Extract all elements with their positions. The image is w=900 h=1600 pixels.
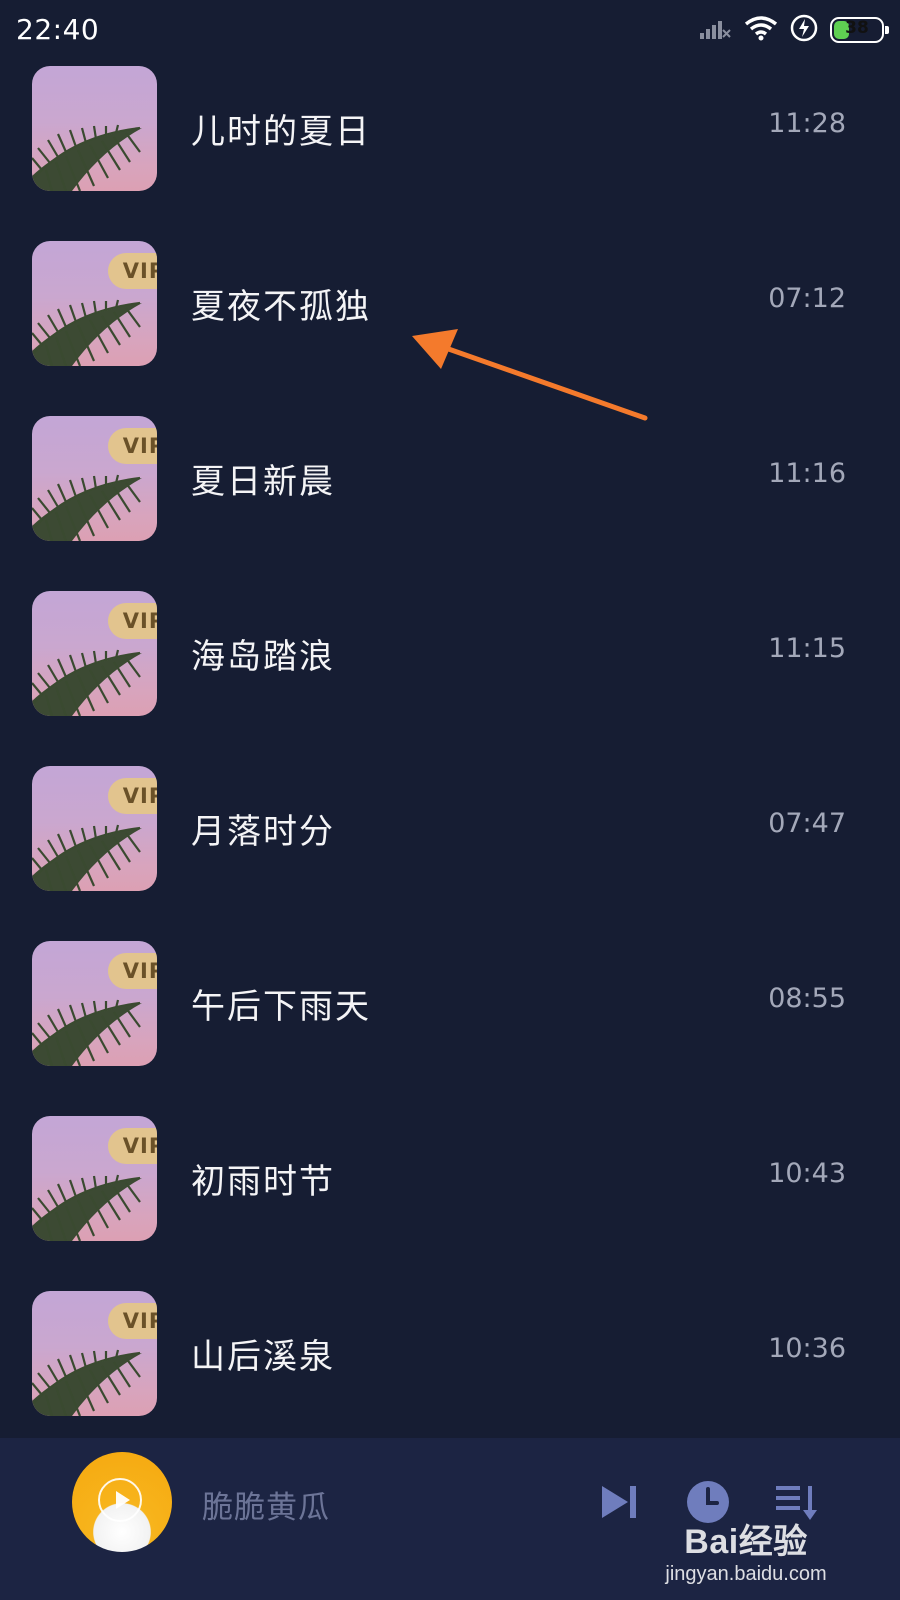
track-cover: VIP <box>32 941 157 1066</box>
track-title: 儿时的夏日 <box>191 112 371 152</box>
track-row-5[interactable]: VIP 月落时分 07:47 <box>0 760 900 935</box>
vip-badge: VIP <box>108 1128 157 1164</box>
track-duration: 11:16 <box>768 458 846 489</box>
watermark-brand: Bai经验 <box>684 1523 808 1561</box>
mini-player-cover[interactable] <box>72 1452 172 1552</box>
track-row-1[interactable]: 儿时的夏日 11:28 <box>0 60 900 235</box>
vip-badge: VIP <box>108 253 157 289</box>
track-cover: VIP <box>32 1116 157 1241</box>
signal-icon <box>698 15 732 45</box>
baidu-jingyan-watermark: Bai经验 jingyan.baidu.com <box>656 1514 836 1586</box>
track-cover: VIP <box>32 241 157 366</box>
track-duration: 10:36 <box>768 1333 846 1364</box>
vip-badge: VIP <box>108 428 157 464</box>
track-title: 海岛踏浪 <box>191 637 335 677</box>
track-cover: VIP <box>32 1291 157 1416</box>
track-duration: 10:43 <box>768 1158 846 1189</box>
status-time: 22:40 <box>16 13 100 46</box>
track-title: 山后溪泉 <box>191 1337 335 1377</box>
status-bar: 22:40 38 <box>0 0 900 60</box>
track-row-8[interactable]: VIP 山后溪泉 10:36 <box>0 1285 900 1460</box>
track-list: 儿时的夏日 11:28 VIP 夏夜不孤独 07:12 <box>0 60 900 1460</box>
track-duration: 08:55 <box>768 983 846 1014</box>
battery-tip <box>885 26 889 34</box>
track-title: 午后下雨天 <box>191 987 371 1027</box>
track-title: 月落时分 <box>191 812 335 852</box>
charging-icon <box>790 14 818 46</box>
track-row-6[interactable]: VIP 午后下雨天 08:55 <box>0 935 900 1110</box>
vip-badge: VIP <box>108 778 157 814</box>
battery-level: 38 <box>845 18 869 38</box>
track-title: 夏日新晨 <box>191 462 335 502</box>
track-row-4[interactable]: VIP 海岛踏浪 11:15 <box>0 585 900 760</box>
track-row-7[interactable]: VIP 初雨时节 10:43 <box>0 1110 900 1285</box>
track-title: 初雨时节 <box>191 1162 335 1202</box>
track-title: 夏夜不孤独 <box>191 287 371 327</box>
status-icons: 38 <box>698 14 889 46</box>
track-duration: 11:28 <box>768 108 846 139</box>
track-cover <box>32 66 157 191</box>
track-duration: 07:12 <box>768 283 846 314</box>
track-cover: VIP <box>32 591 157 716</box>
battery-icon: 38 <box>830 17 889 43</box>
vip-badge: VIP <box>108 1303 157 1339</box>
mini-player-title[interactable]: 脆脆黄瓜 <box>202 1482 330 1527</box>
vip-badge: VIP <box>108 953 157 989</box>
palm-leaf-image <box>32 124 142 191</box>
vip-badge: VIP <box>108 603 157 639</box>
wifi-icon <box>744 15 778 45</box>
track-cover: VIP <box>32 766 157 891</box>
next-track-icon[interactable] <box>596 1478 644 1526</box>
play-icon[interactable] <box>98 1478 142 1522</box>
mini-player[interactable]: 脆脆黄瓜 Bai经验 jingyan.baidu.com <box>0 1438 900 1600</box>
track-cover: VIP <box>32 416 157 541</box>
track-row-2[interactable]: VIP 夏夜不孤独 07:12 <box>0 235 900 410</box>
track-row-3[interactable]: VIP 夏日新晨 11:16 <box>0 410 900 585</box>
track-duration: 11:15 <box>768 633 846 664</box>
watermark-url: jingyan.baidu.com <box>665 1563 827 1585</box>
track-duration: 07:47 <box>768 808 846 839</box>
